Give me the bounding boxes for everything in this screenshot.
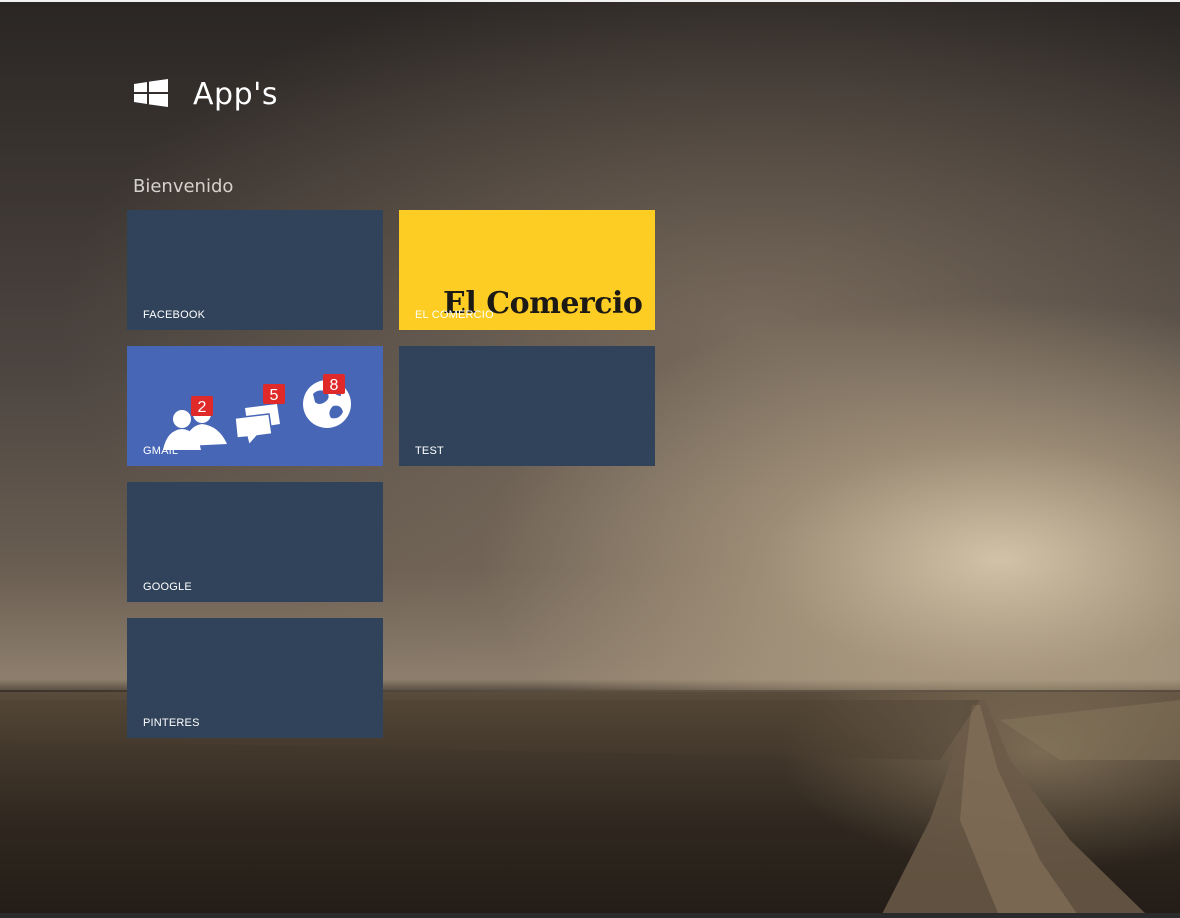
tile-el-comercio[interactable]: El Comercio EL COMERCIO — [399, 210, 655, 330]
tile-label: GMAIL — [143, 445, 179, 457]
messages-badge: 5 — [263, 384, 285, 404]
notifications-badge: 8 — [323, 374, 345, 394]
svg-text:8: 8 — [330, 377, 339, 394]
tile-gmail[interactable]: 2 5 8 GMAIL — [127, 346, 383, 466]
tile-google[interactable]: GOOGLE — [127, 482, 383, 602]
tile-facebook[interactable]: FACEBOOK — [127, 210, 383, 330]
tile-label: FACEBOOK — [143, 309, 206, 321]
desktop-screen: App's Bienvenido FACEBOOK El Comercio EL… — [0, 0, 1180, 918]
windows-logo-icon[interactable] — [133, 79, 169, 109]
messages-icon — [234, 404, 280, 447]
page-title: App's — [193, 76, 278, 112]
group-title: Bienvenido — [133, 176, 234, 197]
svg-text:2: 2 — [198, 399, 207, 416]
tile-test[interactable]: TEST — [399, 346, 655, 466]
bottom-border — [0, 913, 1180, 918]
top-border — [0, 0, 1180, 2]
tile-label: EL COMERCIO — [415, 309, 494, 321]
tile-pinteres[interactable]: PINTERES — [127, 618, 383, 738]
app-header: App's — [133, 74, 278, 114]
svg-text:5: 5 — [270, 387, 279, 404]
tile-label: TEST — [415, 445, 444, 457]
tile-label: GOOGLE — [143, 581, 192, 593]
friend-requests-badge: 2 — [191, 396, 213, 416]
tile-label: PINTERES — [143, 717, 200, 729]
